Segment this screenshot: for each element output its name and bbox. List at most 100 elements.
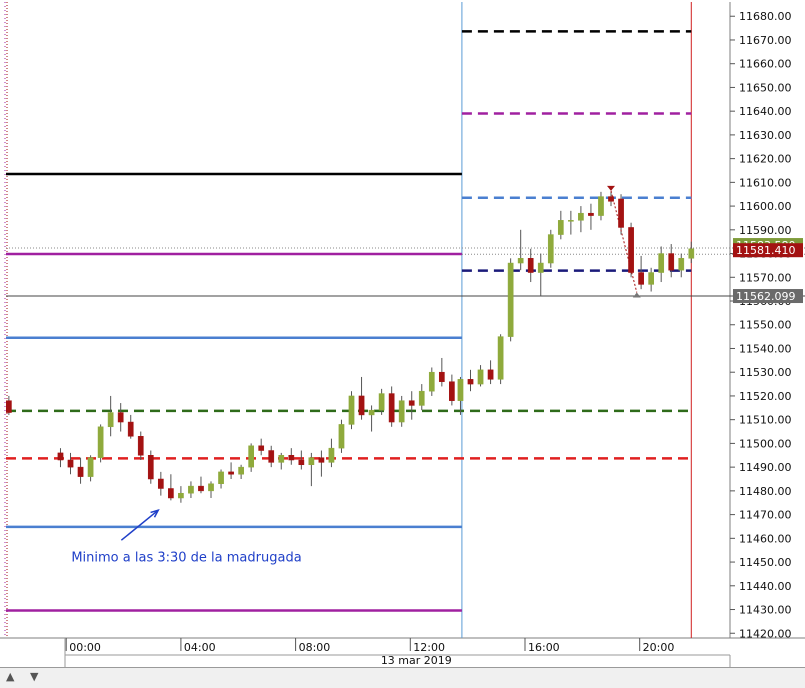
candle-body xyxy=(338,424,345,449)
candle-body xyxy=(368,409,375,416)
candle-body xyxy=(87,457,94,477)
candle-body xyxy=(688,248,695,259)
candle-body xyxy=(398,400,405,423)
y-tick-label: 11590.00 xyxy=(739,224,792,237)
scroll-down-icon[interactable]: ▼ xyxy=(30,670,38,683)
candle-body xyxy=(6,400,12,413)
last-price-badge: 11581.410 xyxy=(736,244,796,257)
y-tick-label: 11440.00 xyxy=(739,580,792,593)
y-tick-label: 11520.00 xyxy=(739,390,792,403)
date-label: 13 mar 2019 xyxy=(381,654,452,667)
candle-body xyxy=(547,234,554,264)
candle-body xyxy=(288,455,295,461)
candle-body xyxy=(467,379,474,385)
crosshair-price-badge: 11562.099 xyxy=(736,290,796,303)
candle-body xyxy=(228,471,234,475)
candle-body xyxy=(638,272,644,285)
y-tick-label: 11480.00 xyxy=(739,485,792,498)
candle-body xyxy=(418,390,425,406)
candle-body xyxy=(258,445,265,451)
y-tick-label: 11500.00 xyxy=(739,437,792,450)
y-tick-label: 11630.00 xyxy=(739,129,792,142)
candle-body xyxy=(318,457,325,463)
candle-body xyxy=(248,445,255,468)
candle-body xyxy=(668,253,675,271)
y-tick-label: 11620.00 xyxy=(739,153,792,166)
candle-body xyxy=(168,488,174,499)
y-tick-label: 11510.00 xyxy=(739,414,792,427)
candle-body xyxy=(507,262,514,337)
candle-body xyxy=(477,369,484,385)
y-tick-label: 11430.00 xyxy=(739,604,792,617)
candle-body xyxy=(358,395,365,416)
bottom-toolbar: ▲ ▼ xyxy=(0,667,805,688)
candle-body xyxy=(557,220,564,235)
candle-body xyxy=(278,455,285,463)
candle-body xyxy=(588,212,594,216)
candle-body xyxy=(517,258,524,264)
y-tick-label: 11640.00 xyxy=(739,105,792,118)
candle-body xyxy=(178,492,184,499)
candle-body xyxy=(537,262,544,273)
annotation-text: Minimo a las 3:30 de la madrugada xyxy=(71,550,301,565)
candle-body xyxy=(628,227,634,273)
candle-body xyxy=(107,412,114,428)
candle-body xyxy=(147,455,154,480)
candle-body xyxy=(77,466,84,477)
candlestick-chart[interactable]: 11420.00 11430.00 11440.00 11450.00 11460.00… xyxy=(0,0,805,687)
y-tick-label: 11420.00 xyxy=(739,627,792,640)
candle-body xyxy=(67,459,74,468)
candle-body xyxy=(127,421,134,437)
chart-background xyxy=(0,0,805,667)
y-tick-label: 11530.00 xyxy=(739,366,792,379)
candle-body xyxy=(568,220,574,222)
candle-body xyxy=(487,369,494,380)
y-tick-label: 11570.00 xyxy=(739,271,792,284)
y-tick-label: 11680.00 xyxy=(739,10,792,23)
x-tick-label: 04:00 xyxy=(184,641,216,654)
y-tick-label: 11490.00 xyxy=(739,461,792,474)
candle-body xyxy=(308,457,315,466)
candle-body xyxy=(238,466,244,475)
candle-body xyxy=(408,400,415,406)
y-tick-label: 11660.00 xyxy=(739,58,792,71)
candle-body xyxy=(388,393,395,423)
x-tick-label: 08:00 xyxy=(299,641,331,654)
candle-body xyxy=(598,196,604,216)
candle-body xyxy=(188,485,194,494)
candle-body xyxy=(137,436,144,456)
candle-body xyxy=(117,412,124,423)
x-tick-label: 16:00 xyxy=(528,641,560,654)
candle-body xyxy=(57,452,64,461)
y-tick-label: 11610.00 xyxy=(739,176,792,189)
y-tick-label: 11450.00 xyxy=(739,556,792,569)
y-tick-label: 11550.00 xyxy=(739,319,792,332)
candle-body xyxy=(208,483,214,492)
y-tick-label: 11460.00 xyxy=(739,532,792,545)
x-tick-label: 12:00 xyxy=(413,641,445,654)
candle-body xyxy=(438,371,445,382)
candle-body xyxy=(678,258,685,271)
candle-body xyxy=(378,393,385,411)
candle-body xyxy=(328,447,335,463)
candle-body xyxy=(428,371,435,392)
x-tick-label: 00:00 xyxy=(69,641,101,654)
x-tick-label: 20:00 xyxy=(643,641,675,654)
candle-body xyxy=(268,450,275,463)
candle-body xyxy=(449,381,455,401)
candle-body xyxy=(157,478,164,489)
candle-body xyxy=(527,258,534,273)
candle-body xyxy=(298,459,305,466)
y-tick-label: 11600.00 xyxy=(739,200,792,213)
y-tick-label: 11470.00 xyxy=(739,509,792,522)
candle-body xyxy=(97,426,104,458)
y-tick-label: 11650.00 xyxy=(739,81,792,94)
candle-body xyxy=(497,336,504,380)
candle-body xyxy=(198,485,204,492)
scroll-up-icon[interactable]: ▲ xyxy=(6,670,14,683)
candle-body xyxy=(578,212,584,221)
candle-body xyxy=(658,253,665,273)
y-tick-label: 11540.00 xyxy=(739,342,792,355)
chart-window: 11420.00 11430.00 11440.00 11450.00 11460.00… xyxy=(0,0,805,688)
candle-body xyxy=(348,395,355,425)
